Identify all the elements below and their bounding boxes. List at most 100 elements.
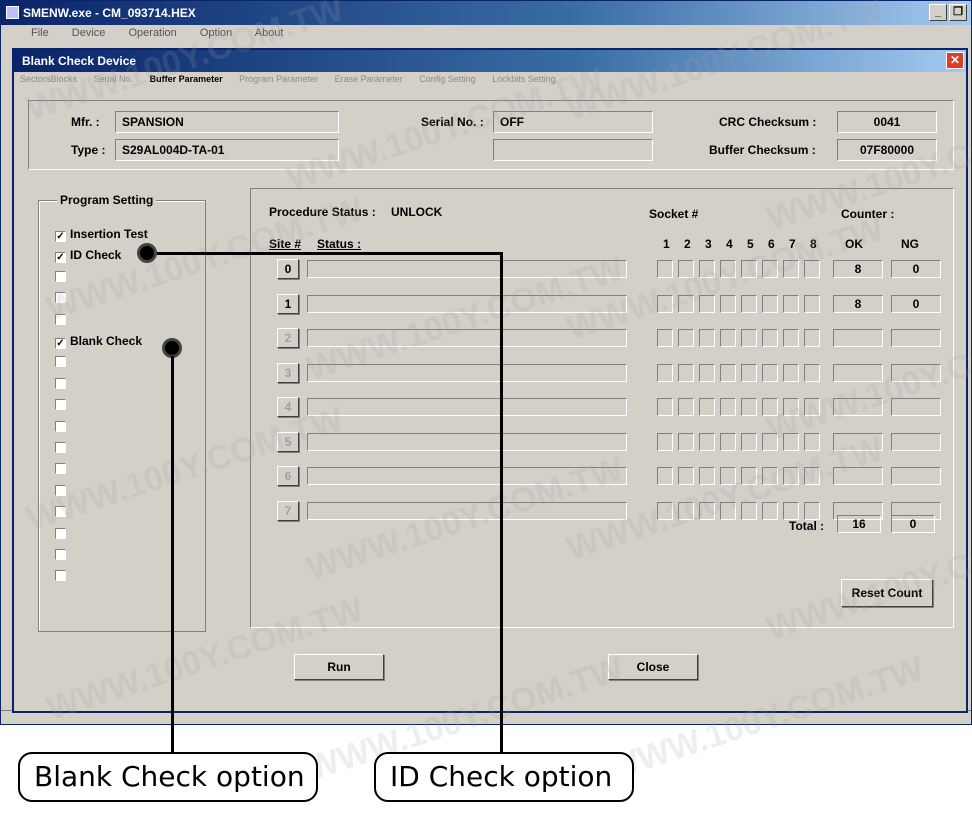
- socket-indicator: [804, 501, 820, 520]
- close-button[interactable]: Close: [608, 654, 698, 680]
- site-ok-count: [833, 398, 883, 416]
- checkbox-8[interactable]: [55, 399, 66, 411]
- run-button[interactable]: Run: [294, 654, 384, 680]
- program-option-1[interactable]: ✓ ID Check: [55, 248, 121, 264]
- socket-indicator: [762, 432, 778, 451]
- program-option-3[interactable]: [55, 291, 70, 307]
- total-ok-value: 16: [837, 515, 881, 533]
- type-value: S29AL004D-TA-01: [115, 139, 339, 161]
- socket-indicator: [804, 432, 820, 451]
- main-window-title: SMENW.exe - CM_093714.HEX: [23, 6, 196, 20]
- checkbox-3[interactable]: [55, 292, 66, 304]
- crc-label: CRC Checksum :: [719, 115, 817, 129]
- socket-indicator: [657, 501, 673, 520]
- checkbox-0[interactable]: ✓: [55, 231, 66, 242]
- site-button[interactable]: 7: [277, 500, 299, 521]
- menu-operation[interactable]: Operation: [128, 27, 176, 39]
- socket-number: 4: [726, 237, 733, 251]
- checkbox-1[interactable]: ✓: [55, 252, 66, 264]
- tab-program-parameter[interactable]: Program Parameter: [239, 74, 318, 84]
- program-option-2[interactable]: [55, 270, 70, 286]
- socket-number: 8: [810, 237, 817, 251]
- program-option-0[interactable]: ✓ Insertion Test: [55, 227, 148, 243]
- tab-erase-parameter[interactable]: Erase Parameter: [335, 74, 403, 84]
- program-option-13[interactable]: [55, 505, 70, 521]
- site-button[interactable]: 0: [277, 259, 299, 279]
- socket-indicator: [804, 467, 820, 485]
- menu-about[interactable]: About: [255, 27, 284, 39]
- program-option-16[interactable]: [55, 569, 70, 585]
- checkbox-15[interactable]: [55, 549, 66, 560]
- socket-indicator: [804, 363, 820, 382]
- menu-option[interactable]: Option: [200, 27, 232, 39]
- program-option-7[interactable]: [55, 377, 70, 393]
- socket-indicator: [804, 260, 820, 278]
- checkbox-14[interactable]: [55, 527, 66, 539]
- socket-indicator: [762, 467, 778, 485]
- socket-indicator: [699, 467, 715, 485]
- socket-indicator: [678, 467, 694, 485]
- program-option-6[interactable]: [55, 355, 70, 371]
- program-option-8[interactable]: [55, 398, 70, 414]
- site-button[interactable]: 5: [277, 431, 299, 452]
- tab-sectors-blocks[interactable]: SectorsBlocks: [20, 74, 77, 84]
- socket-number: 6: [768, 237, 775, 251]
- restore-icon[interactable]: ❐: [949, 4, 967, 21]
- site-button[interactable]: 4: [277, 397, 299, 417]
- program-option-12[interactable]: [55, 484, 70, 500]
- site-status-bar: [307, 363, 627, 382]
- checkbox-11[interactable]: [55, 463, 66, 475]
- socket-indicator: [762, 501, 778, 520]
- counter-header: Counter :: [841, 207, 895, 221]
- checkbox-9[interactable]: [55, 420, 66, 432]
- site-button[interactable]: 6: [277, 466, 299, 486]
- minimize-icon[interactable]: _: [929, 4, 947, 21]
- tab-buffer-parameter[interactable]: Buffer Parameter: [150, 74, 223, 84]
- site-ng-count: 0: [891, 260, 941, 278]
- dialog-titlebar: Blank Check Device ✕: [14, 50, 966, 72]
- site-button[interactable]: 3: [277, 362, 299, 383]
- site-button[interactable]: 2: [277, 328, 299, 348]
- tab-lockbits-setting[interactable]: Lockbits Setting: [492, 74, 556, 84]
- checkbox-10[interactable]: [55, 442, 66, 453]
- mfr-value: SPANSION: [115, 111, 339, 133]
- checkbox-4[interactable]: [55, 313, 66, 325]
- checkbox-13[interactable]: [55, 506, 66, 518]
- close-icon[interactable]: ✕: [946, 52, 964, 69]
- id-check-marker: [137, 243, 157, 263]
- program-option-4[interactable]: [55, 313, 70, 329]
- tab-serial-no[interactable]: Serial No.: [94, 74, 134, 84]
- checkbox-16[interactable]: [55, 570, 66, 582]
- program-option-14[interactable]: [55, 527, 70, 543]
- socket-indicator: [678, 329, 694, 347]
- type-label: Type :: [71, 143, 106, 157]
- checkbox-6[interactable]: [55, 356, 66, 368]
- site-button[interactable]: 1: [277, 293, 299, 314]
- program-option-11[interactable]: [55, 462, 70, 478]
- socket-header: Socket #: [649, 207, 699, 221]
- blank-check-callout: Blank Check option: [18, 752, 318, 802]
- menu-file[interactable]: File: [31, 27, 49, 39]
- checkbox-2[interactable]: [55, 270, 66, 282]
- menu-device[interactable]: Device: [72, 27, 106, 39]
- checkbox-12[interactable]: [55, 484, 66, 496]
- socket-indicator: [699, 501, 715, 520]
- program-option-5[interactable]: ✓ Blank Check: [55, 334, 142, 350]
- serial-extra-field: [493, 139, 653, 161]
- socket-indicator: [678, 398, 694, 416]
- site-ng-count: [891, 467, 941, 485]
- program-option-9[interactable]: [55, 420, 70, 436]
- socket-number: 1: [663, 237, 670, 251]
- mfr-label: Mfr. :: [71, 115, 100, 129]
- program-option-10[interactable]: [55, 441, 70, 457]
- program-option-15[interactable]: [55, 548, 70, 564]
- tab-config-setting[interactable]: Config Setting: [419, 74, 476, 84]
- site-ok-count: 8: [833, 294, 883, 313]
- socket-indicator: [762, 294, 778, 313]
- site-status-bar: [307, 467, 627, 485]
- reset-count-button[interactable]: Reset Count: [841, 579, 933, 607]
- checkbox-7[interactable]: [55, 377, 66, 389]
- serial-value: OFF: [493, 111, 653, 133]
- socket-number: 5: [747, 237, 754, 251]
- checkbox-5[interactable]: ✓: [55, 338, 66, 349]
